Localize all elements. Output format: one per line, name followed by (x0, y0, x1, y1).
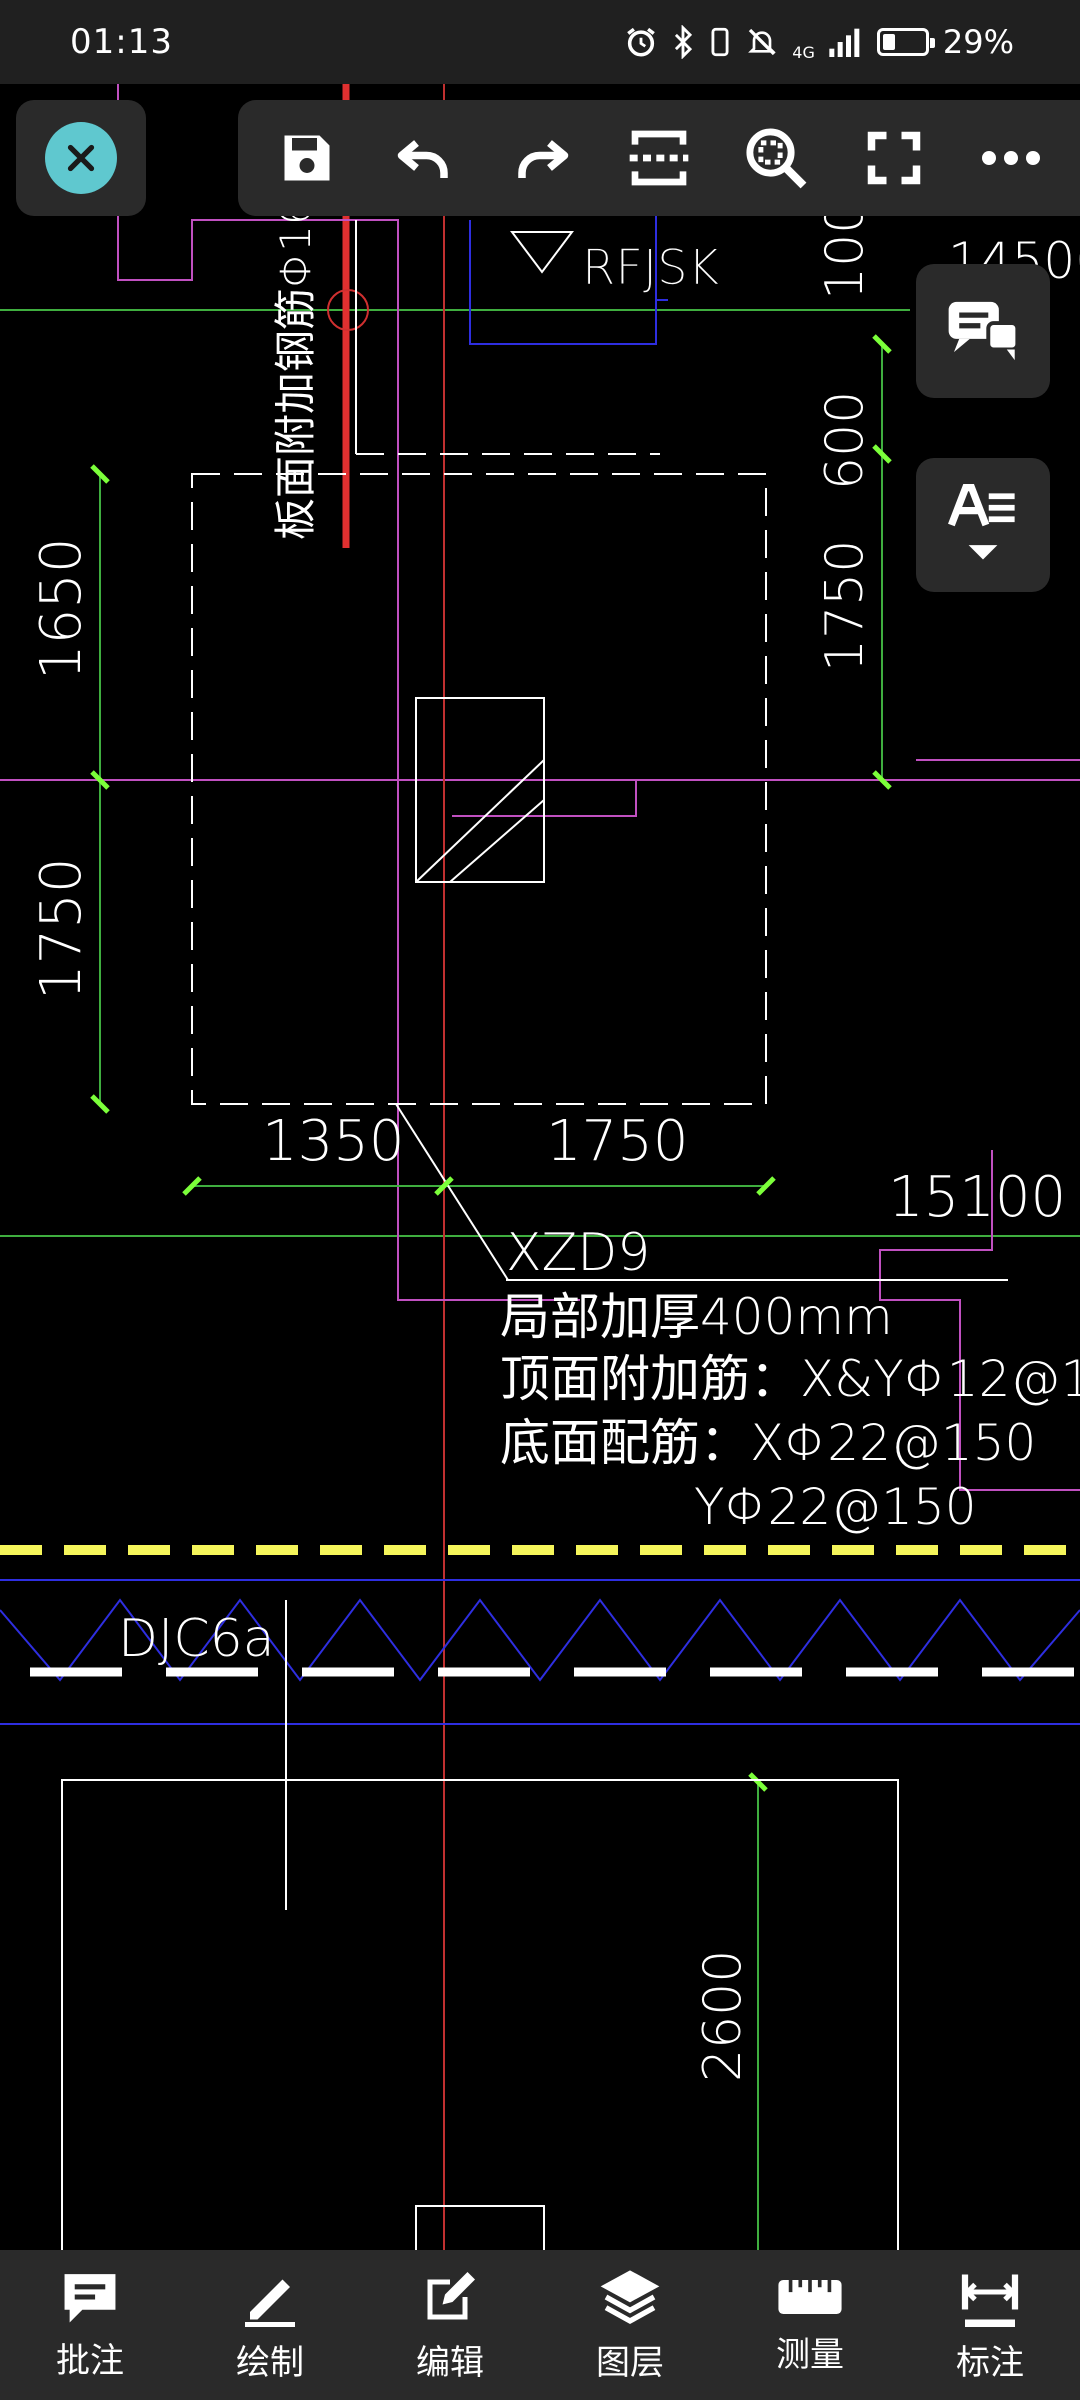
more-icon (982, 151, 1041, 165)
zoom-region-icon (746, 128, 807, 189)
label-note-1: 局部加厚400mm (500, 1288, 893, 1346)
zoom-region-button[interactable] (726, 108, 826, 208)
column-hatch-1 (415, 759, 545, 883)
status-bar: 01:13 4G 29% (0, 0, 1080, 84)
column-box (415, 697, 545, 883)
label-1750-left: 1750 (29, 857, 94, 1000)
layers-icon (600, 2269, 660, 2324)
nav-draw-label: 绘制 (236, 2342, 304, 2383)
mute-icon (748, 28, 777, 56)
comments-icon (948, 301, 1020, 361)
annotate-icon (64, 2273, 116, 2322)
leader-line (395, 1103, 509, 1281)
label-15100: 15100 (888, 1165, 1066, 1230)
status-time: 01:13 (70, 22, 173, 62)
column-box-lower (415, 2205, 545, 2250)
nav-edit[interactable]: 编辑 (360, 2250, 540, 2400)
text-style-button[interactable] (916, 458, 1050, 592)
label-rfjsk: RFJSK (582, 240, 719, 296)
undo-button[interactable] (374, 108, 474, 208)
save-icon (284, 135, 330, 181)
nav-measure-label: 测量 (776, 2334, 844, 2375)
label-1350: 1350 (262, 1109, 405, 1174)
bottom-nav: 批注 绘制 编辑 图层 测量 标注 (0, 2250, 1080, 2400)
label-1750-bottom: 1750 (546, 1109, 689, 1174)
ruler-icon (778, 2279, 842, 2314)
edit-icon (427, 2271, 475, 2319)
label-2600: 2600 (693, 1950, 753, 2082)
bluetooth-icon (675, 25, 693, 59)
save-button[interactable] (257, 108, 357, 208)
label-djc6a: DJC6a (118, 1609, 275, 1669)
label-xzd9: XZD9 (506, 1223, 650, 1283)
fullscreen-icon (867, 131, 921, 185)
footing-outline-lower (61, 1779, 899, 2250)
alarm-icon (627, 27, 656, 57)
dim-ticks (90, 334, 892, 1792)
battery-percent: 29% (942, 23, 1014, 61)
dashed-footing (191, 473, 767, 1105)
label-1750-right: 1750 (815, 540, 875, 672)
nav-dimension-label: 标注 (956, 2342, 1024, 2383)
more-button[interactable] (961, 108, 1061, 208)
select-region-icon (629, 130, 689, 186)
dimension-icon (961, 2274, 1019, 2327)
select-region-button[interactable] (609, 108, 709, 208)
column-hatch-2 (449, 799, 545, 883)
battery-icon (876, 28, 935, 56)
comments-button[interactable] (916, 264, 1050, 398)
label-600: 600 (815, 391, 875, 490)
label-note-4: YΦ22@150 (694, 1478, 977, 1536)
label-note-2: 顶面附加筋：X&YΦ12@170 (500, 1350, 1080, 1408)
label-1650: 1650 (29, 537, 94, 680)
nav-measure[interactable]: 测量 (720, 2250, 900, 2400)
nav-annotate[interactable]: 批注 (0, 2250, 180, 2400)
nav-layers[interactable]: 图层 (540, 2250, 720, 2400)
network-type: 4G (792, 42, 815, 62)
nav-edit-label: 编辑 (416, 2342, 484, 2383)
vibrate-icon (711, 27, 729, 57)
fullscreen-button[interactable] (844, 108, 944, 208)
label-note-3: 底面配筋：XΦ22@150 (500, 1414, 1036, 1472)
status-icons: 4G 29% (624, 23, 1014, 62)
cad-drawing[interactable]: RFJSK 14500 15100 1350 1750 XZD9 局部加厚400… (0, 84, 1080, 2250)
close-button[interactable] (16, 100, 146, 216)
signal-icon (829, 28, 860, 57)
close-icon[interactable] (45, 122, 117, 194)
text-style-icon (948, 484, 1015, 560)
elevation-marker (510, 231, 574, 274)
drawing-canvas[interactable]: RFJSK 14500 15100 1350 1750 XZD9 局部加厚400… (0, 84, 1080, 2250)
redo-icon (517, 140, 568, 178)
nav-dimension[interactable]: 标注 (900, 2250, 1080, 2400)
redo-button[interactable] (492, 108, 592, 208)
draw-pen-icon (245, 2279, 295, 2327)
nav-annotate-label: 批注 (56, 2340, 124, 2381)
label-note-vertical: 板面附加钢筋Φ16 (271, 198, 320, 540)
nav-layers-label: 图层 (596, 2342, 664, 2383)
nav-draw[interactable]: 绘制 (180, 2250, 360, 2400)
top-toolbar (238, 100, 1080, 216)
undo-icon (397, 140, 448, 178)
